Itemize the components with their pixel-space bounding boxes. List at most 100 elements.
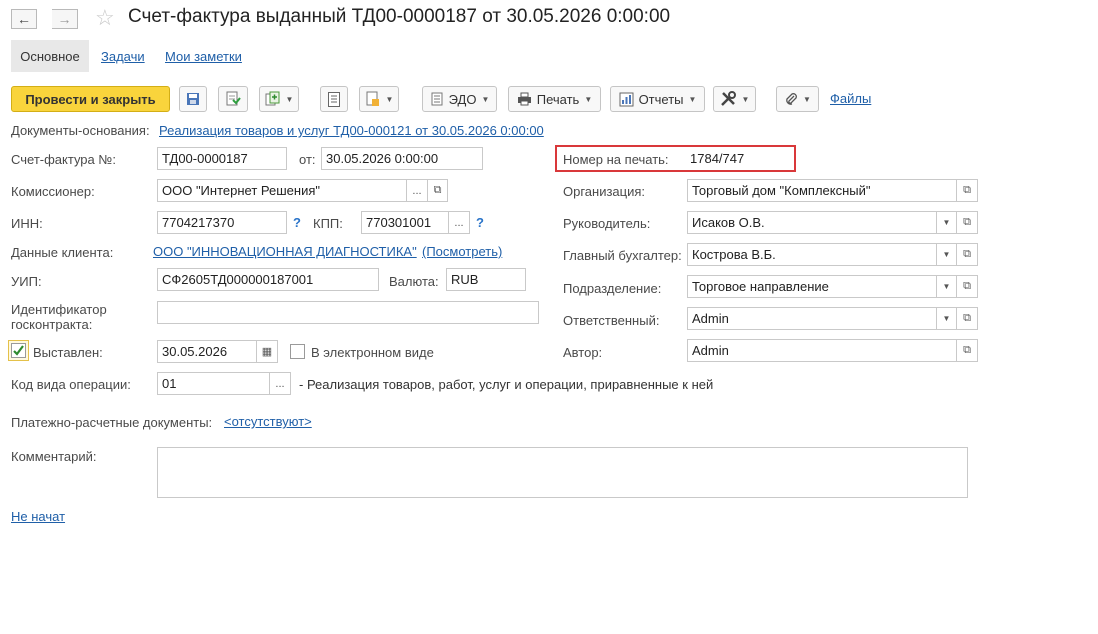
author-field[interactable]: Admin [687,339,957,362]
attachments-button[interactable]: ▼ [776,86,819,112]
accountant-dropdown-button[interactable]: ▼ [936,243,957,266]
ellipsis-icon: ... [412,184,422,197]
issued-label: Выставлен: [33,345,103,360]
open-icon: ⧉ [963,216,971,228]
reports-button[interactable]: Отчеты ▼ [610,86,705,112]
contract-field[interactable] [157,301,539,324]
tab-main[interactable]: Основное [11,40,89,72]
chevron-down-icon: ▼ [803,94,811,104]
responsible-field[interactable]: Admin [687,307,937,330]
post-and-close-button[interactable]: Провести и закрыть [11,86,170,112]
tools-button[interactable]: ▼ [713,86,756,112]
post-button[interactable] [218,86,248,112]
head-dropdown-button[interactable]: ▼ [936,211,957,234]
division-field[interactable]: Торговое направление [687,275,937,298]
org-open-button[interactable]: ⧉ [956,179,978,202]
division-label: Подразделение: [563,281,662,296]
tab-notes[interactable]: Мои заметки [165,49,242,64]
responsible-dropdown-button[interactable]: ▼ [936,307,957,330]
calendar-icon: ▦ [261,346,273,358]
chevron-down-icon: ▼ [285,94,294,104]
inn-help-icon[interactable]: ? [293,215,301,230]
create-based-on-button[interactable]: ▼ [259,86,299,112]
division-open-button[interactable]: ⧉ [956,275,978,298]
head-field[interactable]: Исаков О.В. [687,211,937,234]
kpp-field[interactable]: 770301001 [361,211,449,234]
edo-button[interactable]: ЭДО ▼ [422,86,497,112]
head-open-button[interactable]: ⧉ [956,211,978,234]
edo-icon [431,92,443,106]
uip-field[interactable]: СФ2605ТД000000187001 [157,268,379,291]
opcode-field[interactable]: 01 [157,372,270,395]
issued-checkbox[interactable] [11,343,26,358]
org-label: Организация: [563,184,646,199]
accountant-label: Главный бухгалтер: [563,248,682,263]
chevron-down-icon: ▼ [942,314,951,323]
division-dropdown-button[interactable]: ▼ [936,275,957,298]
open-icon: ⧉ [963,184,971,196]
open-icon: ⧉ [963,248,971,260]
print-no-label: Номер на печать: [563,152,669,167]
date-label: от: [299,152,316,167]
documents-button[interactable]: ▼ [359,86,399,112]
star-icon[interactable]: ☆ [95,5,115,31]
author-open-button[interactable]: ⧉ [956,339,978,362]
opcode-label: Код вида операции: [11,377,131,392]
opcode-select-button[interactable]: ... [269,372,291,395]
accountant-field[interactable]: Кострова В.Б. [687,243,937,266]
responsible-open-button[interactable]: ⧉ [956,307,978,330]
calendar-button[interactable]: ▦ [256,340,278,363]
comment-field[interactable] [157,447,968,498]
open-icon: ⧉ [963,280,971,292]
check-icon [13,345,24,356]
print-label: Печать [536,91,580,107]
responsible-label: Ответственный: [563,313,660,328]
arrow-left-icon: ← [17,11,31,27]
edo-label: ЭДО [448,91,477,107]
structure-button[interactable] [320,86,348,112]
reports-label: Отчеты [638,91,684,107]
org-field[interactable]: Торговый дом "Комплексный" [687,179,957,202]
commissioner-field[interactable]: ООО "Интернет Решения" [157,179,407,202]
open-icon: ⧉ [433,184,442,196]
document-icon [366,91,379,106]
kpp-select-button[interactable]: ... [448,211,470,234]
electronic-label: В электронном виде [311,345,434,360]
inn-field[interactable]: 7704217370 [157,211,287,234]
currency-label: Валюта: [389,274,439,289]
issued-date-field[interactable]: 30.05.2026 [157,340,257,363]
files-link[interactable]: Файлы [830,91,871,106]
create-based-icon [265,91,280,106]
contract-label-1: Идентификатор [11,302,107,317]
currency-field[interactable]: RUB [446,268,526,291]
commissioner-open-button[interactable]: ⧉ [427,179,448,202]
client-link[interactable]: ООО "ИННОВАЦИОННАЯ ДИАГНОСТИКА" [153,244,417,259]
save-button[interactable] [179,86,207,112]
print-no-field[interactable]: 1784/747 [690,151,744,166]
client-view-link[interactable]: (Посмотреть) [422,244,502,259]
tab-tasks[interactable]: Задачи [101,49,145,64]
chevron-down-icon: ▼ [741,94,750,104]
basis-link[interactable]: Реализация товаров и услуг ТД00-000121 о… [159,123,544,138]
forward-button[interactable]: → [52,9,78,29]
status-link[interactable]: Не начат [11,509,65,524]
contract-label-2: госконтракта: [11,317,93,332]
back-button[interactable]: ← [11,9,37,29]
date-field[interactable]: 30.05.2026 0:00:00 [321,147,483,170]
invoice-no-field[interactable]: ТД00-0000187 [157,147,287,170]
chevron-down-icon: ▼ [942,282,951,291]
payment-link[interactable]: <отсутствуют> [224,414,312,429]
kpp-label: КПП: [313,216,343,231]
accountant-open-button[interactable]: ⧉ [956,243,978,266]
client-label: Данные клиента: [11,245,114,260]
commissioner-select-button[interactable]: ... [406,179,428,202]
save-icon [187,93,199,105]
print-button[interactable]: Печать ▼ [508,86,601,112]
kpp-help-icon[interactable]: ? [476,215,484,230]
chevron-down-icon: ▼ [584,94,593,104]
author-label: Автор: [563,345,603,360]
paperclip-icon [786,93,797,105]
tools-icon [720,91,736,106]
list-icon [328,91,340,107]
electronic-checkbox[interactable] [290,344,305,359]
